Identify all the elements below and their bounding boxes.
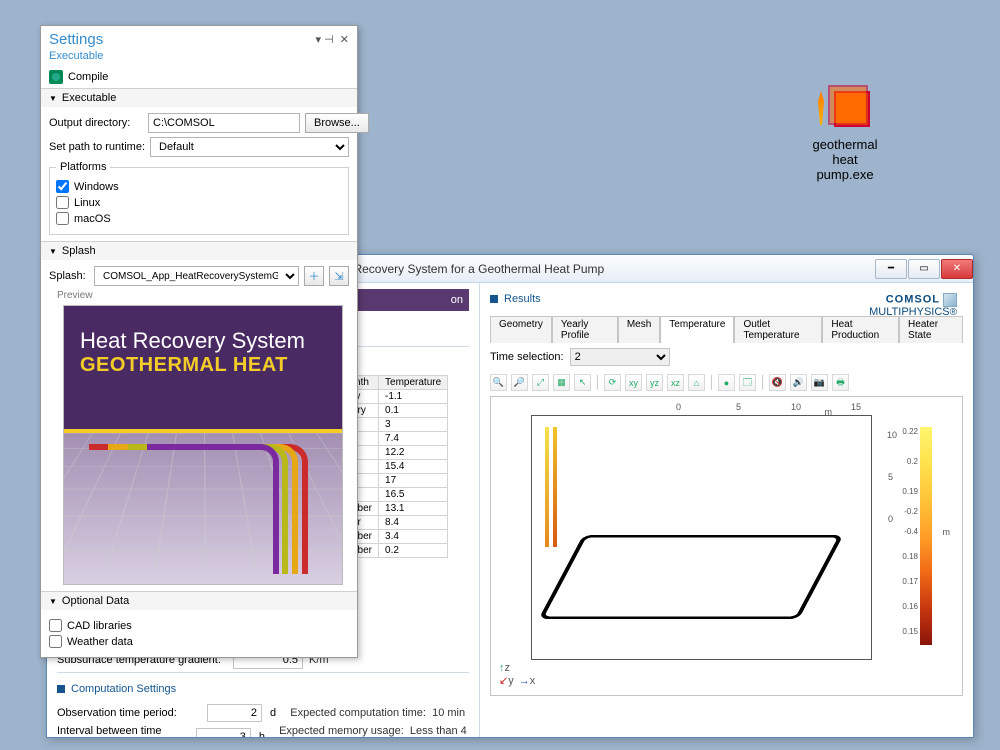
add-splash-button[interactable]: ＋ (304, 266, 324, 286)
compile-button[interactable]: Compile (68, 71, 108, 83)
tab-outlet temperature[interactable]: Outlet Temperature (734, 316, 822, 343)
comsol-logo: COMSOL MULTIPHYSICS® (869, 293, 957, 319)
comp-input[interactable] (196, 728, 251, 737)
table-row: nber0.2 (346, 544, 448, 558)
zoom-out-icon[interactable]: 🔎 (511, 374, 528, 391)
output-dir-input[interactable] (148, 113, 300, 133)
opt-weather data[interactable]: Weather data (49, 635, 349, 648)
zoom-in-icon[interactable]: 🔍 (490, 374, 507, 391)
runtime-select[interactable]: Default (150, 137, 349, 157)
splash-select[interactable]: COMSOL_App_HeatRecoverySystemGeothermalH… (94, 266, 299, 286)
close-icon[interactable]: ✕ (340, 34, 349, 46)
maximize-button[interactable]: ▭ (908, 259, 940, 279)
graphics-toolbar: 🔍🔎⤢▦↖ ⟳xyyzxz⌂ ●🗔 🔇🔊📷🖶 (490, 371, 963, 394)
comp-row: Interval between time steps:h Expected m… (57, 725, 469, 737)
compile-icon (49, 70, 63, 84)
table-row: nber13.1 (346, 502, 448, 516)
tab-temperature[interactable]: Temperature (660, 316, 734, 343)
platform-windows[interactable]: Windows (56, 180, 342, 193)
app-icon (820, 85, 870, 133)
splash-preview: Heat Recovery System GEOTHERMAL HEAT (63, 305, 343, 585)
right-pane: COMSOL MULTIPHYSICS® Results GeometryYea… (480, 283, 973, 737)
col-temp: Temperature (379, 376, 448, 390)
table-row: 15.4 (346, 460, 448, 474)
result-tabs: GeometryYearly ProfileMeshTemperatureOut… (490, 315, 963, 343)
platform-macos[interactable]: macOS (56, 212, 342, 225)
reset-icon[interactable]: ⌂ (688, 374, 705, 391)
plot-3d[interactable]: 15 10 5 0 10 5 0 m m 0.22 0.2 0.19 -0.2 … (490, 396, 963, 696)
axis-unit-m: m (825, 407, 833, 417)
runtime-label: Set path to runtime: (49, 141, 145, 153)
table-row: 12.2 (346, 446, 448, 460)
table-row: t16.5 (346, 488, 448, 502)
browse-button[interactable]: Browse... (305, 113, 369, 133)
axis-triad: ↑z ↙y →x (499, 662, 535, 687)
opt-cad libraries[interactable]: CAD libraries (49, 619, 349, 632)
pipe-riser (553, 427, 557, 547)
pipe-coil (539, 535, 844, 619)
xy-icon[interactable]: xy (625, 374, 642, 391)
print-icon[interactable]: 🖶 (832, 374, 849, 391)
table-row: 7.4 (346, 432, 448, 446)
table-row: nber3.4 (346, 530, 448, 544)
section-optional-header[interactable]: ▼Optional Data (41, 592, 357, 610)
settings-title: Settings (49, 31, 349, 48)
select-icon[interactable]: ↖ (574, 374, 591, 391)
yz-icon[interactable]: yz (646, 374, 663, 391)
camera-icon[interactable]: 📷 (811, 374, 828, 391)
preview-label: Preview (57, 290, 349, 301)
platform-linux[interactable]: Linux (56, 196, 342, 209)
sound-off-icon[interactable]: 🔇 (769, 374, 786, 391)
rotate-icon[interactable]: ⟳ (604, 374, 621, 391)
settings-subtitle: Executable (41, 50, 357, 66)
export-splash-button[interactable]: ⇲ (329, 266, 349, 286)
splash-subtitle: GEOTHERMAL HEAT (80, 354, 326, 377)
tab-heat production[interactable]: Heat Production (822, 316, 899, 343)
splash-label: Splash: (49, 270, 89, 282)
zoom-box-icon[interactable]: ▦ (553, 374, 570, 391)
platforms-legend: Platforms (56, 161, 110, 173)
minimize-button[interactable]: ━ (875, 259, 907, 279)
temperature-table: nth Temperature ry-1.1ary0.137.412.215.4… (345, 375, 448, 558)
tab-geometry[interactable]: Geometry (490, 316, 552, 343)
table-row: 17 (346, 474, 448, 488)
axis-unit-m-side: m (943, 527, 951, 537)
pin-icon[interactable]: ▾ ⊣ (316, 34, 334, 46)
comp-row: Observation time period:d Expected compu… (57, 704, 469, 722)
tab-mesh[interactable]: Mesh (618, 316, 660, 343)
table-row: ry-1.1 (346, 390, 448, 404)
table-row: ary0.1 (346, 404, 448, 418)
tab-yearly profile[interactable]: Yearly Profile (552, 316, 618, 343)
time-label: Time selection: (490, 351, 564, 363)
tab-heater state[interactable]: Heater State (899, 316, 963, 343)
section-executable-header[interactable]: ▼Executable (41, 89, 357, 107)
section-computation: Computation Settings (57, 679, 469, 701)
sound-on-icon[interactable]: 🔊 (790, 374, 807, 391)
splash-title: Heat Recovery System (80, 328, 326, 354)
table-row: er8.4 (346, 516, 448, 530)
desktop-shortcut[interactable]: geothermal heat pump.exe (800, 85, 890, 183)
xz-icon[interactable]: xz (667, 374, 684, 391)
section-splash-header[interactable]: ▼Splash (41, 242, 357, 260)
colorbar (920, 427, 932, 645)
table-row: 3 (346, 418, 448, 432)
zoom-extents-icon[interactable]: ⤢ (532, 374, 549, 391)
close-button[interactable]: ✕ (941, 259, 973, 279)
output-dir-label: Output directory: (49, 117, 143, 129)
image-icon[interactable]: 🗔 (739, 374, 756, 391)
settings-panel: Settings ▾ ⊣ ✕ Executable Compile ▼Execu… (40, 25, 358, 658)
record-icon[interactable]: ● (718, 374, 735, 391)
time-select[interactable]: 2 (570, 348, 670, 366)
pipe-riser (545, 427, 549, 547)
desktop-shortcut-label: geothermal heat pump.exe (800, 138, 890, 183)
comp-input[interactable] (207, 704, 262, 722)
